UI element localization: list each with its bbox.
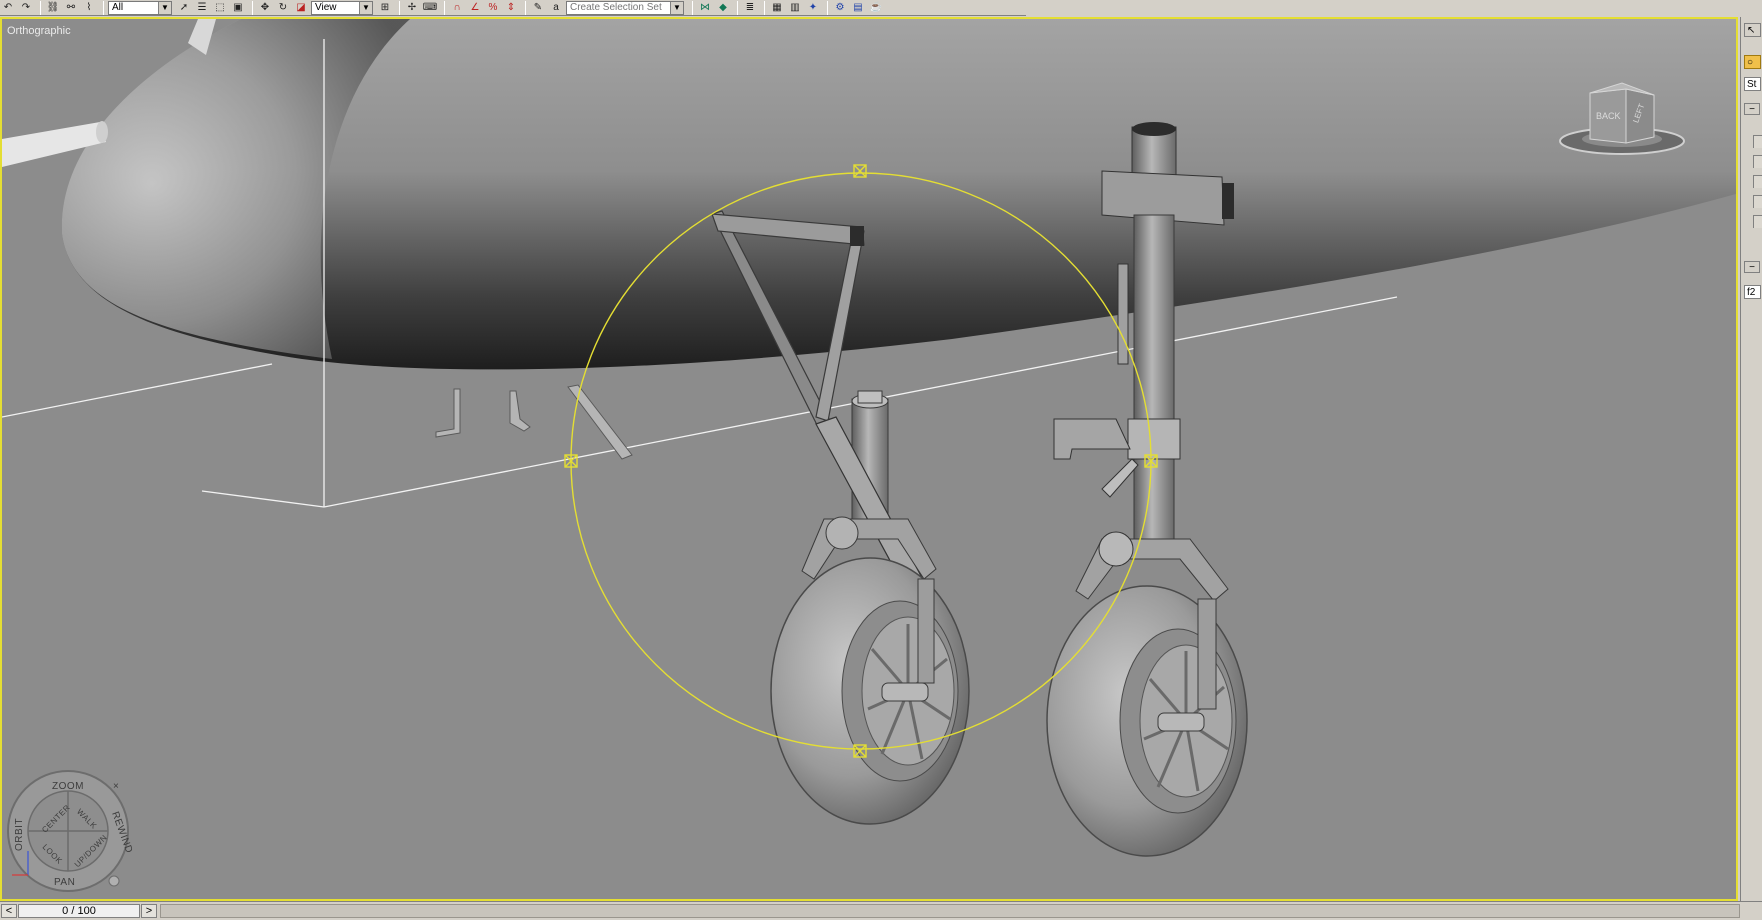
select-manipulate-icon[interactable]: ✢ (404, 1, 420, 15)
window-crossing-icon[interactable]: ▣ (230, 1, 246, 15)
time-slider-bar: < 0 / 100 > (0, 901, 1762, 920)
object-type-value: St (1747, 78, 1757, 90)
unlink-icon[interactable]: ⚯ (63, 1, 79, 15)
create-tab-icon[interactable]: ↖ (1744, 23, 1761, 37)
layer-manager-icon[interactable]: ≣ (742, 1, 758, 15)
viewcube-face-back[interactable]: BACK (1596, 111, 1621, 121)
previous-frame-button[interactable]: < (1, 904, 17, 918)
object-type-dropdown[interactable]: St (1744, 77, 1761, 91)
edit-named-selection-icon[interactable]: ✎ (530, 1, 546, 15)
antennas (435, 384, 633, 460)
snap-icon[interactable]: ∩ (449, 1, 465, 15)
pivot-center-icon[interactable]: ⊞ (377, 1, 393, 15)
main-toolbar: ↶ ↷ ⛓ ⚯ ⌇ All ▼ ➚ ☰ ⬚ ▣ ✥ ↻ ◪ View ▼ ⊞ ✢… (0, 0, 1026, 16)
chevron-down-icon: ▼ (158, 1, 171, 14)
toolbar-separator (737, 0, 738, 15)
timeline-track[interactable] (160, 904, 1740, 918)
wheel-close-icon[interactable]: × (113, 781, 119, 792)
viewport-label[interactable]: Orthographic (7, 25, 71, 37)
frame-readout: 0 / 100 (62, 905, 96, 917)
toolbar-separator (827, 0, 828, 15)
rollout-collapse-icon[interactable]: − (1744, 103, 1760, 115)
geometry-category-icon[interactable]: ○ (1744, 55, 1761, 69)
panel-button-slot[interactable] (1753, 215, 1762, 228)
render-frame-icon[interactable]: ▤ (850, 1, 866, 15)
fuselage[interactable] (2, 19, 1736, 370)
quick-render-icon[interactable]: ☕ (868, 1, 884, 15)
spinner-snap-icon[interactable]: ⇕ (503, 1, 519, 15)
chevron-down-icon: ▼ (359, 1, 372, 14)
bind-spacewarp-icon[interactable]: ⌇ (81, 1, 97, 15)
percent-snap-icon[interactable]: % (485, 1, 501, 15)
panel-button-slot[interactable] (1753, 175, 1762, 188)
selection-filter-value: All (112, 2, 124, 13)
redo-icon[interactable]: ↷ (18, 1, 34, 15)
mirror-icon[interactable]: ⋈ (697, 1, 713, 15)
undo-icon[interactable]: ↶ (0, 1, 16, 15)
select-region-icon[interactable]: ⬚ (212, 1, 228, 15)
named-selection-set-dropdown[interactable]: Create Selection Set ▼ (566, 0, 684, 15)
selection-filter-dropdown[interactable]: All ▼ (108, 0, 172, 15)
orthographic-viewport[interactable]: BACK LEFT ZOOM PAN ORBIT REWIND CENTER W… (0, 17, 1738, 901)
named-selection-set-placeholder: Create Selection Set (570, 2, 662, 13)
align-icon[interactable]: ◆ (715, 1, 731, 15)
panel-button-slot[interactable] (1753, 135, 1762, 148)
reference-coordinate-dropdown[interactable]: View ▼ (311, 0, 373, 15)
chevron-down-icon: ▼ (670, 1, 683, 14)
abc-icon[interactable]: a (548, 1, 564, 15)
select-by-name-icon[interactable]: ☰ (194, 1, 210, 15)
panel-button-slot[interactable] (1753, 195, 1762, 208)
next-frame-button[interactable]: > (141, 904, 157, 918)
angle-snap-icon[interactable]: ∠ (467, 1, 483, 15)
toolbar-separator (40, 0, 41, 15)
wheel-orbit-label[interactable]: ORBIT (14, 818, 25, 851)
toolbar-separator (692, 0, 693, 15)
wheel-pan-label[interactable]: PAN (54, 877, 75, 888)
material-editor-icon[interactable]: ✦ (805, 1, 821, 15)
keyboard-shortcut-icon[interactable]: ⌨ (422, 1, 438, 15)
toolbar-separator (764, 0, 765, 15)
reference-coordinate-value: View (315, 2, 337, 13)
render-setup-icon[interactable]: ⚙ (832, 1, 848, 15)
name-field-value: f2 (1747, 286, 1756, 298)
move-icon[interactable]: ✥ (257, 1, 273, 15)
scale-icon[interactable]: ◪ (293, 1, 309, 15)
panel-button-slot[interactable] (1753, 155, 1762, 168)
curve-editor-icon[interactable]: ▦ (769, 1, 785, 15)
toolbar-separator (399, 0, 400, 15)
toolbar-separator (252, 0, 253, 15)
steering-wheel[interactable]: ZOOM PAN ORBIT REWIND CENTER WALK LOOK U… (7, 770, 134, 892)
wheel-zoom-label[interactable]: ZOOM (52, 781, 84, 792)
select-object-icon[interactable]: ➚ (176, 1, 192, 15)
toolbar-separator (444, 0, 445, 15)
command-panel: ↖ ○ St − − f2 (1740, 17, 1762, 901)
schematic-view-icon[interactable]: ▥ (787, 1, 803, 15)
rollout-collapse-icon[interactable]: − (1744, 261, 1760, 273)
name-field[interactable]: f2 (1744, 285, 1761, 299)
toolbar-separator (525, 0, 526, 15)
link-icon[interactable]: ⛓ (45, 1, 61, 15)
scene-canvas[interactable]: BACK LEFT ZOOM PAN ORBIT REWIND CENTER W… (2, 19, 1736, 899)
time-slider[interactable]: 0 / 100 (18, 904, 140, 918)
rotate-icon[interactable]: ↻ (275, 1, 291, 15)
toolbar-separator (103, 0, 104, 15)
wheel-menu-icon[interactable] (108, 875, 120, 887)
